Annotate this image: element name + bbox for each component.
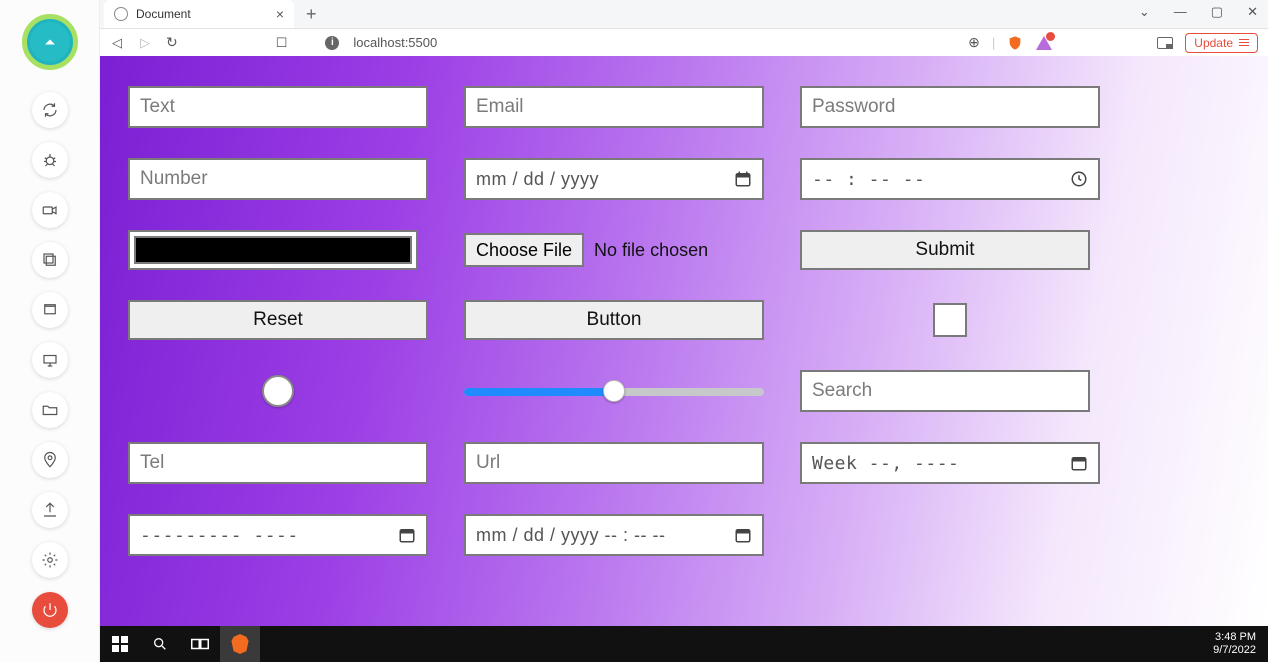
window-controls: ⌄ — ▢ ✕ — [1139, 4, 1258, 20]
reload-button[interactable]: ↻ — [166, 34, 178, 51]
page-content: mm / dd / yyyy -- : -- -- Choose File No… — [100, 56, 1268, 626]
password-input[interactable] — [800, 86, 1100, 128]
month-input[interactable]: --------- ---- — [128, 514, 428, 556]
date-input[interactable]: mm / dd / yyyy — [464, 158, 764, 200]
maximize-icon[interactable]: ▢ — [1211, 4, 1223, 20]
url-text[interactable]: localhost:5500 — [353, 35, 437, 50]
calendar-icon — [398, 526, 416, 544]
new-tab-button[interactable]: + — [306, 4, 317, 25]
layout-icon[interactable] — [32, 292, 68, 328]
close-window-icon[interactable]: ✕ — [1247, 4, 1258, 20]
calendar-icon — [734, 170, 752, 188]
update-button[interactable]: Update — [1185, 33, 1258, 53]
shield-icon[interactable] — [1007, 35, 1023, 51]
forward-button[interactable]: ▷ — [138, 35, 152, 51]
power-icon[interactable] — [32, 592, 68, 628]
browser-chrome: Document × + ⌄ — ▢ ✕ ◁ ▷ ↻ ☐ i localhost… — [100, 0, 1268, 56]
close-tab-icon[interactable]: × — [276, 6, 284, 22]
file-input[interactable]: Choose File No file chosen — [464, 233, 764, 267]
collapse-button[interactable] — [22, 14, 78, 70]
address-bar: ◁ ▷ ↻ ☐ i localhost:5500 ⊕ | Update — [100, 28, 1268, 56]
browser-tab[interactable]: Document × — [104, 0, 294, 28]
number-input[interactable] — [128, 158, 428, 200]
tab-title: Document — [136, 7, 191, 21]
tab-bar: Document × + ⌄ — ▢ ✕ — [100, 0, 1268, 28]
datetime-input[interactable]: mm / dd / yyyy -- : -- -- — [464, 514, 764, 556]
monitor-icon[interactable] — [32, 342, 68, 378]
stack-icon[interactable] — [32, 242, 68, 278]
rewards-icon[interactable] — [1035, 35, 1053, 51]
range-input[interactable] — [464, 376, 764, 406]
search-taskbar-icon[interactable] — [140, 626, 180, 662]
windows-taskbar: 3:48 PM 9/7/2022 — [100, 626, 1268, 662]
chevron-down-icon[interactable]: ⌄ — [1139, 4, 1150, 20]
site-info-icon[interactable]: i — [325, 36, 339, 50]
file-status: No file chosen — [594, 240, 708, 261]
upload-icon[interactable] — [32, 492, 68, 528]
reset-button[interactable]: Reset — [128, 300, 428, 340]
folder-icon[interactable] — [32, 392, 68, 428]
zoom-icon[interactable]: ⊕ — [968, 34, 980, 51]
taskbar-date: 9/7/2022 — [1213, 644, 1256, 657]
dev-tool-strip — [0, 0, 100, 662]
brave-taskbar-icon[interactable] — [220, 626, 260, 662]
taskbar-clock[interactable]: 3:48 PM 9/7/2022 — [1213, 631, 1268, 657]
update-label: Update — [1194, 36, 1233, 50]
sync-icon[interactable] — [32, 92, 68, 128]
email-input[interactable] — [464, 86, 764, 128]
pip-icon[interactable] — [1157, 37, 1173, 49]
range-thumb[interactable] — [603, 380, 625, 402]
tel-input[interactable] — [128, 442, 428, 484]
tab-favicon — [114, 7, 128, 21]
search-input[interactable] — [800, 370, 1090, 412]
taskbar-time: 3:48 PM — [1213, 631, 1256, 644]
radio-input[interactable] — [262, 375, 294, 407]
calendar-icon — [734, 526, 752, 544]
bookmark-icon[interactable]: ☐ — [276, 35, 288, 51]
submit-button[interactable]: Submit — [800, 230, 1090, 270]
clock-icon — [1070, 170, 1088, 188]
text-input[interactable] — [128, 86, 428, 128]
start-button[interactable] — [100, 626, 140, 662]
color-input[interactable] — [128, 230, 418, 270]
file-choose-button[interactable]: Choose File — [464, 233, 584, 267]
url-input[interactable] — [464, 442, 764, 484]
calendar-icon — [1070, 454, 1088, 472]
gear-icon[interactable] — [32, 542, 68, 578]
menu-icon — [1239, 39, 1249, 47]
bug-icon[interactable] — [32, 142, 68, 178]
week-input[interactable]: Week --, ---- — [800, 442, 1100, 484]
task-view-icon[interactable] — [180, 626, 220, 662]
pin-icon[interactable] — [32, 442, 68, 478]
camera-icon[interactable] — [32, 192, 68, 228]
checkbox-input[interactable] — [933, 303, 967, 337]
time-input[interactable]: -- : -- -- — [800, 158, 1100, 200]
minimize-icon[interactable]: — — [1174, 4, 1187, 20]
back-button[interactable]: ◁ — [110, 35, 124, 51]
generic-button[interactable]: Button — [464, 300, 764, 340]
